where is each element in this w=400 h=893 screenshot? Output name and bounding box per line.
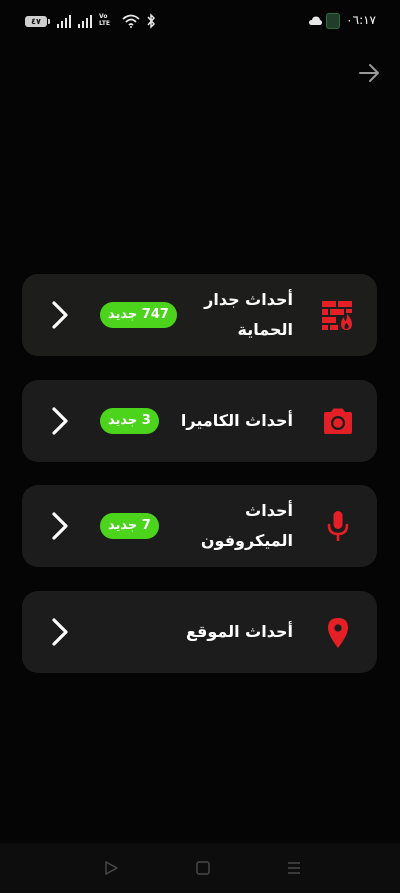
menu-lines-icon[interactable] [286,860,302,876]
new-count-badge: 7 جديد [100,513,159,539]
card-label: أحداث الموقع [185,622,293,641]
volte-icon: Vo LTE [99,13,111,27]
card-label: أحداث جدار الحماية [204,290,293,339]
microphone-icon [327,511,349,541]
status-bar: ٤٧ Vo LTE ٠٦:١٧ [0,0,400,44]
clock: ٠٦:١٧ [346,13,376,27]
firewall-events-card[interactable]: أحداث جدار الحماية 747 جديد [22,274,377,356]
arrow-right-icon[interactable] [358,62,380,84]
firewall-icon [322,301,352,330]
screen: ٤٧ Vo LTE ٠٦:١٧ أحداث جدار الحماية 747 ج… [0,0,400,893]
location-events-card[interactable]: أحداث الموقع [22,591,377,673]
chevron-right-icon[interactable] [50,511,70,541]
app-notification-icon [326,13,340,29]
battery-icon: ٤٧ [25,16,50,27]
system-nav-bar [0,843,400,893]
microphone-events-card[interactable]: أحداث الميكروفون 7 جديد [22,485,377,567]
signal-icon [78,15,92,28]
chevron-right-icon[interactable] [50,406,70,436]
chevron-right-icon[interactable] [50,617,70,647]
back-triangle-icon[interactable] [103,860,119,876]
cloud-icon [309,16,322,25]
new-count-badge: 747 جديد [100,302,177,328]
camera-icon [324,408,352,434]
camera-events-card[interactable]: أحداث الكاميرا 3 جديد [22,380,377,462]
location-pin-icon [328,618,348,648]
bluetooth-icon [147,13,156,29]
chevron-right-icon[interactable] [50,300,70,330]
card-label: أحداث الكاميرا [180,411,293,430]
home-square-icon[interactable] [195,860,211,876]
wifi-icon [122,14,140,28]
card-label: أحداث الميكروفون [200,501,293,550]
new-count-badge: 3 جديد [100,408,159,434]
signal-icon [57,15,71,28]
